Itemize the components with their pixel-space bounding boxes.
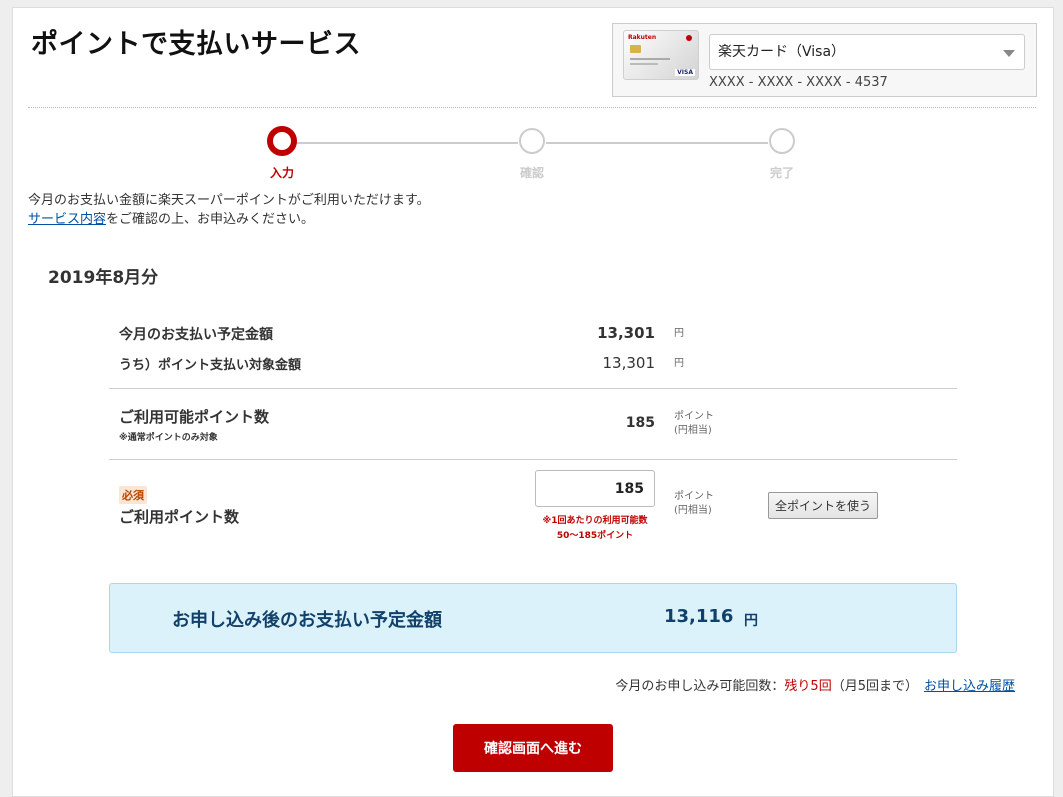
step-input-circle xyxy=(267,126,297,156)
summary-divider xyxy=(109,388,957,389)
progress-steps: 入力 確認 完了 xyxy=(13,126,1055,186)
result-value: 13,116 xyxy=(664,606,734,627)
credit-card-image: Rakuten VISA xyxy=(623,30,699,80)
visa-logo: VISA xyxy=(675,69,695,76)
step-complete-circle xyxy=(769,128,795,154)
card-selector-panel: Rakuten VISA 楽天カード（Visa） XXXX - XXXX - X… xyxy=(612,23,1037,97)
service-details-link[interactable]: サービス内容 xyxy=(28,212,106,227)
card-brand-logo: Rakuten xyxy=(628,34,657,41)
points-limit-note: ※1回あたりの利用可能数 50〜185ポイント xyxy=(542,516,648,541)
points-input[interactable] xyxy=(535,470,655,507)
use-all-points-button[interactable]: 全ポイントを使う xyxy=(768,492,878,519)
available-points-note: ※通常ポイントのみ対象 xyxy=(119,433,218,443)
main-panel: ポイントで支払いサービス Rakuten VISA 楽天カード（Visa） XX… xyxy=(12,7,1054,797)
remaining-count: 残り5回 xyxy=(784,679,832,694)
target-amount-row: うち）ポイント支払い対象金額 13,301 円 xyxy=(119,354,684,373)
result-summary-box: お申し込み後のお支払い予定金額 13,116 円 xyxy=(109,583,957,653)
due-amount-value: 13,301 xyxy=(597,324,655,342)
card-chip-icon xyxy=(630,45,641,53)
step-confirm-label: 確認 xyxy=(519,166,544,180)
confirm-button[interactable]: 確認画面へ進む xyxy=(453,724,613,772)
application-history-link[interactable]: お申し込み履歴 xyxy=(924,679,1015,694)
available-points-row: ご利用可能ポイント数 ※通常ポイントのみ対象 185 ポイント (円相当) xyxy=(119,408,714,443)
step-input-label: 入力 xyxy=(269,166,294,180)
page-title: ポイントで支払いサービス xyxy=(31,29,361,60)
chevron-down-icon xyxy=(1003,50,1015,57)
step-confirm-circle xyxy=(519,128,545,154)
usage-divider xyxy=(109,459,957,460)
due-amount-row: 今月のお支払い予定金額 13,301 円 xyxy=(119,324,684,343)
application-count-info: 今月のお申し込み可能回数：残り5回（月5回まで） お申し込み履歴 xyxy=(615,679,1015,694)
result-label: お申し込み後のお支払い予定金額 xyxy=(172,610,442,631)
required-badge: 必須 xyxy=(119,486,147,504)
step-complete-label: 完了 xyxy=(769,166,794,180)
card-select-value: 楽天カード（Visa） xyxy=(718,44,846,60)
header-divider xyxy=(28,107,1036,108)
card-number: XXXX - XXXX - XXXX - 4537 xyxy=(709,75,888,90)
billing-month: 2019年8月分 xyxy=(48,268,159,288)
intro-text: 今月のお支払い金額に楽天スーパーポイントがご利用いただけます。 サービス内容をご… xyxy=(28,193,430,227)
card-select-dropdown[interactable]: 楽天カード（Visa） xyxy=(709,34,1025,70)
card-emblem-icon xyxy=(686,35,692,41)
target-amount-value: 13,301 xyxy=(602,354,656,372)
available-points-value: 185 xyxy=(625,415,655,431)
